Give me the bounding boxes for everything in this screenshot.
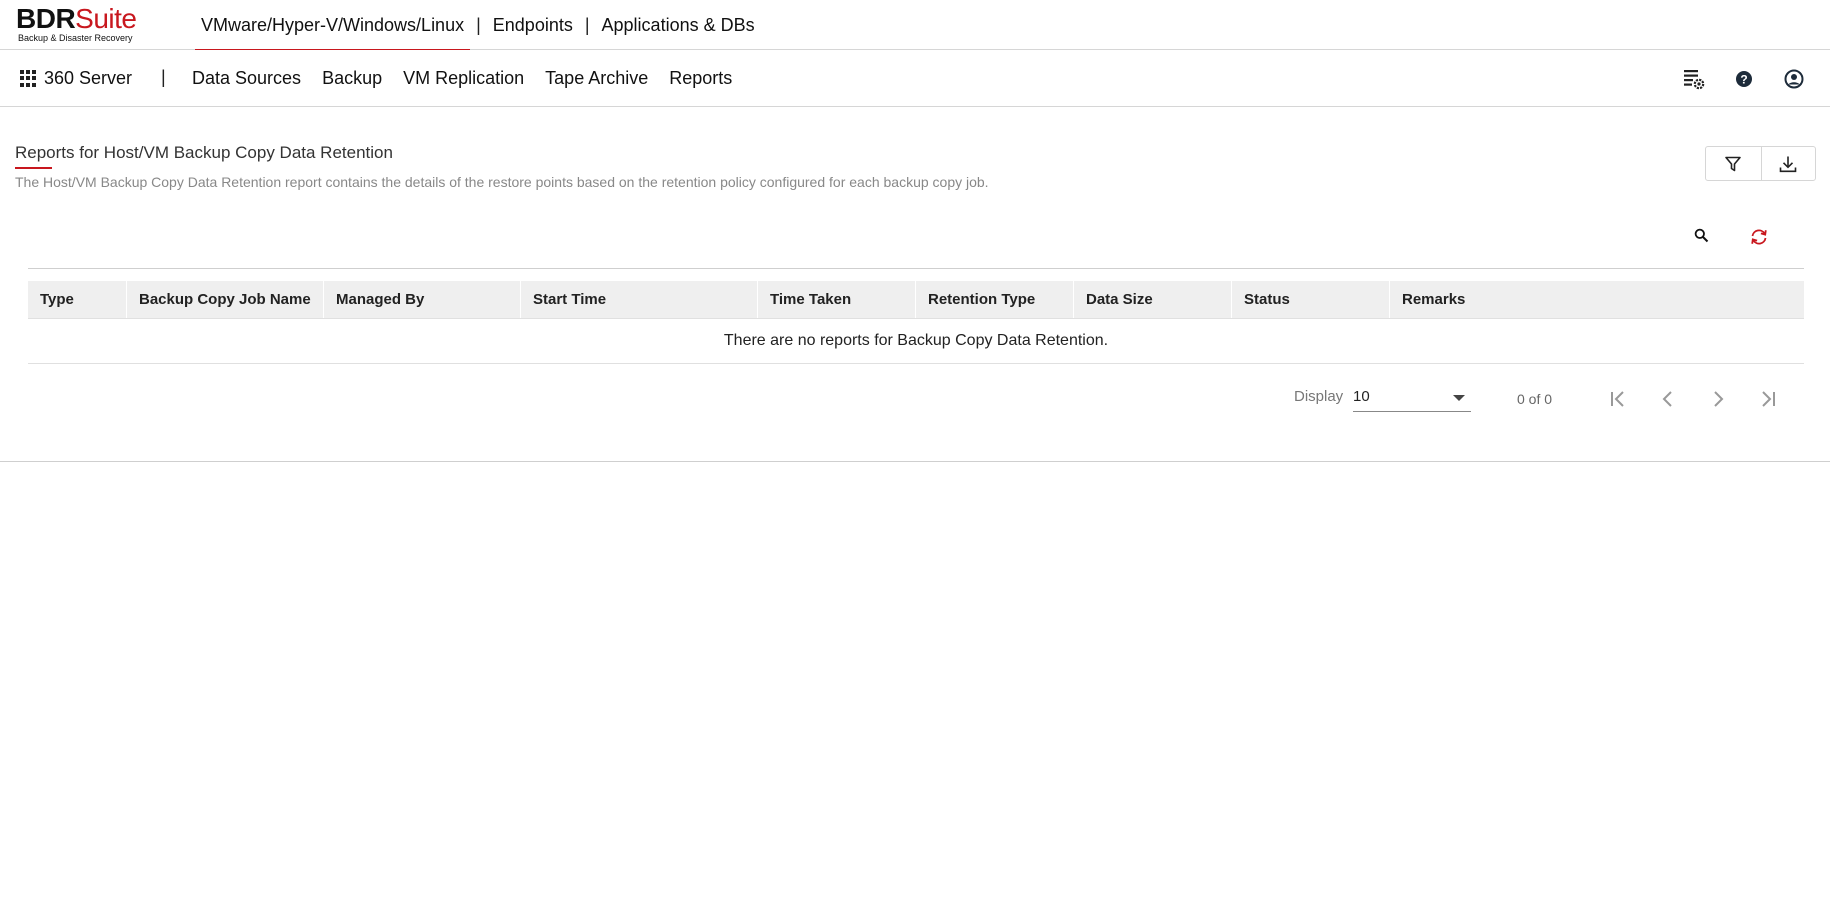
prev-page-icon[interactable] (1655, 386, 1681, 412)
secondary-nav-separator: | (161, 67, 166, 87)
app-switcher-label: 360 Server (44, 68, 133, 88)
title-underline (15, 167, 52, 169)
first-page-icon[interactable] (1605, 386, 1631, 412)
column-header[interactable]: Retention Type (916, 281, 1074, 318)
brand-tagline: Backup & Disaster Recovery (18, 33, 133, 43)
column-header[interactable]: Backup Copy Job Name (127, 281, 324, 318)
nav-data-sources[interactable]: Data Sources (192, 68, 301, 89)
secondary-bar: 360 Server | Data Sources Backup VM Repl… (0, 50, 1830, 107)
nav-vm-replication[interactable]: VM Replication (403, 68, 524, 89)
page-title: Reports for Host/VM Backup Copy Data Ret… (15, 143, 393, 162)
brand-name-part2: Suite (75, 3, 137, 34)
nav-backup[interactable]: Backup (322, 68, 382, 89)
column-header[interactable]: Remarks (1390, 281, 1804, 318)
record-count: 0 of 0 (1517, 391, 1553, 407)
table-header: Type Backup Copy Job Name Managed By Sta… (28, 281, 1804, 319)
top-bar: BDRSuite Backup & Disaster Recovery VMwa… (0, 0, 1830, 51)
column-header[interactable]: Managed By (324, 281, 521, 318)
secondary-nav: Data Sources Backup VM Replication Tape … (192, 50, 753, 107)
help-icon[interactable]: ? (1730, 65, 1758, 93)
column-header[interactable]: Time Taken (758, 281, 916, 318)
brand-name-part1: BDR (16, 3, 76, 34)
display-label: Display (1294, 388, 1344, 405)
column-header[interactable]: Status (1232, 281, 1390, 318)
report-actions (1705, 146, 1816, 181)
svg-text:?: ? (1740, 72, 1747, 86)
brand-name: BDRSuite (16, 4, 146, 34)
app-grid-icon (20, 69, 38, 88)
top-nav-vmware[interactable]: VMware/Hyper-V/Windows/Linux (195, 0, 471, 51)
top-nav-separator: | (476, 14, 481, 35)
header-right-icons: ? (1658, 50, 1808, 107)
chevron-down-icon (1453, 395, 1465, 401)
page-size-value: 10 (1353, 388, 1370, 405)
top-nav-applications[interactable]: Applications & DBs (596, 0, 761, 50)
page-description: The Host/VM Backup Copy Data Retention r… (15, 174, 989, 190)
bdrsuite-logo[interactable]: BDRSuite Backup & Disaster Recovery (16, 4, 146, 44)
page-size-select[interactable]: 10 (1353, 385, 1471, 412)
filter-icon[interactable] (1706, 147, 1761, 180)
next-page-icon[interactable] (1705, 386, 1731, 412)
server-settings-icon[interactable] (1680, 65, 1708, 93)
content-bottom-border (0, 461, 1830, 462)
refresh-icon[interactable] (1748, 226, 1770, 248)
top-nav-separator: | (584, 14, 590, 35)
top-nav-endpoints[interactable]: Endpoints (487, 0, 579, 50)
download-icon[interactable] (1760, 147, 1816, 180)
nav-reports[interactable]: Reports (669, 68, 732, 89)
table-divider (28, 268, 1804, 269)
search-icon[interactable] (1691, 225, 1711, 245)
user-account-icon[interactable] (1780, 65, 1808, 93)
nav-tape-archive[interactable]: Tape Archive (545, 68, 648, 89)
column-header[interactable]: Data Size (1074, 281, 1232, 318)
empty-table-message: There are no reports for Backup Copy Dat… (28, 319, 1804, 364)
column-header[interactable]: Start Time (521, 281, 758, 318)
pagination: Display 10 0 of 0 (0, 382, 1830, 416)
last-page-icon[interactable] (1755, 386, 1781, 412)
top-nav: VMware/Hyper-V/Windows/Linux | Endpoints… (195, 0, 761, 51)
column-header[interactable]: Type (28, 281, 127, 318)
app-switcher[interactable]: 360 Server (20, 50, 132, 107)
report-table: Type Backup Copy Job Name Managed By Sta… (28, 281, 1804, 364)
